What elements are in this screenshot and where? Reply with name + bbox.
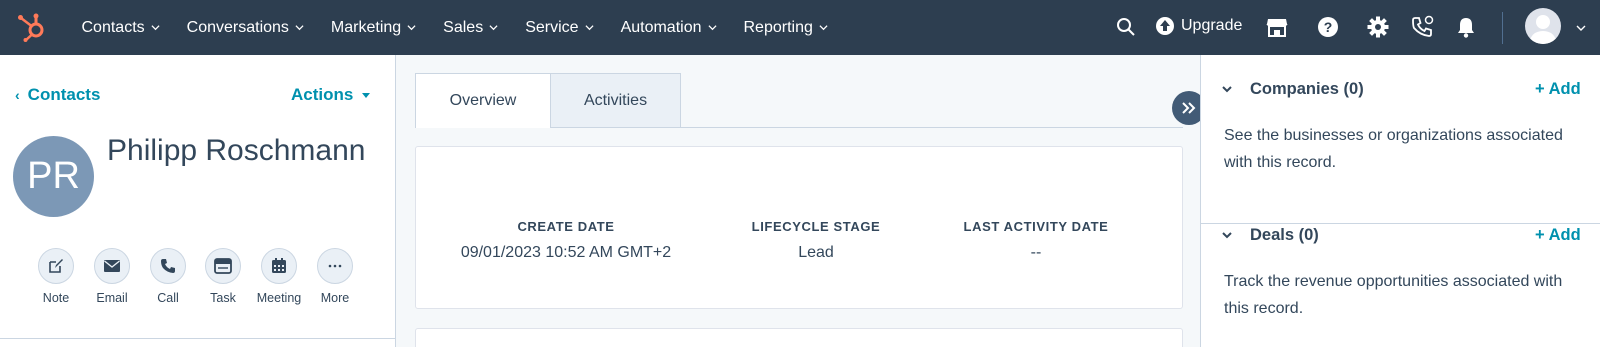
actions-dropdown[interactable]: Actions <box>291 85 371 105</box>
hubspot-logo-icon[interactable] <box>16 11 48 43</box>
nav-reporting[interactable]: Reporting <box>730 0 841 55</box>
stat-last-activity-date: LAST ACTIVITY DATE -- <box>926 219 1146 262</box>
edit-icon <box>38 248 74 284</box>
nav-automation-label: Automation <box>620 18 702 36</box>
calendar-icon <box>261 248 297 284</box>
companies-title[interactable]: Companies (0) <box>1250 80 1364 99</box>
chevron-down-icon[interactable] <box>1576 23 1586 33</box>
email-label: Email <box>96 291 128 305</box>
nav-conversations[interactable]: Conversations <box>173 0 317 55</box>
notifications-bell-icon[interactable] <box>1454 15 1478 39</box>
stat-lifecycle-stage: LIFECYCLE STAGE Lead <box>716 219 916 262</box>
nav-divider <box>1502 12 1503 44</box>
settings-gear-icon[interactable] <box>1366 15 1390 39</box>
stat-value[interactable]: -- <box>926 244 1146 262</box>
nav-reporting-label: Reporting <box>743 18 813 36</box>
upgrade-arrow-icon <box>1156 17 1174 35</box>
nav-service[interactable]: Service <box>512 0 607 55</box>
actions-label: Actions <box>291 85 354 104</box>
companies-description: See the businesses or organizations asso… <box>1224 127 1563 171</box>
note-label: Note <box>42 291 70 305</box>
stat-label: CREATE DATE <box>517 219 615 234</box>
top-navigation-bar: Contacts Conversations Marketing Sales S… <box>0 0 1600 55</box>
back-to-contacts-link[interactable]: ‹ Contacts <box>15 85 100 105</box>
tab-activities[interactable]: Activities <box>551 73 681 128</box>
more-icon <box>317 248 353 284</box>
search-icon[interactable] <box>1114 15 1138 39</box>
nav-sales[interactable]: Sales <box>430 0 512 55</box>
section-header: Companies (0) + Add <box>1201 76 1600 106</box>
svg-text:?: ? <box>1324 19 1333 35</box>
marketplace-icon[interactable] <box>1265 15 1289 39</box>
back-link-label: Contacts <box>27 85 101 104</box>
upgrade-label: Upgrade <box>1181 17 1243 34</box>
nav-marketing-label: Marketing <box>330 18 402 36</box>
nav-marketing[interactable]: Marketing <box>317 0 429 55</box>
tabs-divider <box>681 127 1183 128</box>
chevron-down-icon <box>151 25 160 31</box>
add-company-button[interactable]: + Add <box>1535 80 1581 99</box>
nav-conversations-label: Conversations <box>186 18 289 36</box>
nav-service-label: Service <box>525 18 579 36</box>
tab-activities-label: Activities <box>583 91 648 109</box>
chevron-down-icon[interactable] <box>1221 84 1233 94</box>
stat-value[interactable]: Lead <box>716 244 916 262</box>
help-icon[interactable]: ? <box>1316 15 1340 39</box>
section-header: Deals (0) + Add <box>1201 222 1600 252</box>
chevron-down-icon <box>819 25 828 31</box>
tab-overview-label: Overview <box>449 92 517 109</box>
caret-down-icon <box>362 92 371 98</box>
chevron-down-icon <box>407 25 416 31</box>
stat-create-date: CREATE DATE 09/01/2023 10:52 AM GMT+2 <box>416 219 716 262</box>
contact-name[interactable]: Philipp Roschmann <box>107 134 365 168</box>
stat-label: LAST ACTIVITY DATE <box>963 219 1109 234</box>
right-sidebar: Companies (0) + Add See the businesses o… <box>1200 55 1600 347</box>
email-icon <box>94 248 130 284</box>
chevron-down-icon[interactable] <box>1221 230 1233 240</box>
divider <box>0 338 396 339</box>
calling-icon[interactable] <box>1410 15 1434 39</box>
add-deal-button[interactable]: + Add <box>1535 226 1581 245</box>
left-sidebar: ‹ Contacts Actions PR Philipp Roschmann … <box>0 55 396 347</box>
deals-title[interactable]: Deals (0) <box>1250 226 1319 245</box>
contact-avatar[interactable]: PR <box>13 136 94 217</box>
tab-overview[interactable]: Overview <box>415 73 551 128</box>
double-chevron-right-icon <box>1182 102 1196 114</box>
deals-description: Track the revenue opportunities associat… <box>1224 273 1563 317</box>
chevron-left-icon: ‹ <box>15 87 20 103</box>
more-button[interactable]: More <box>295 248 375 305</box>
task-icon <box>205 248 241 284</box>
chevron-down-icon <box>707 25 717 31</box>
record-tabs: Overview Activities <box>415 73 681 128</box>
upgrade-button[interactable]: Upgrade <box>1155 16 1242 36</box>
phone-icon <box>150 248 186 284</box>
chevron-down-icon <box>489 25 498 31</box>
nav-contacts-label: Contacts <box>81 18 145 36</box>
more-label: More <box>320 291 350 305</box>
main-menu: Contacts Conversations Marketing Sales S… <box>68 0 841 55</box>
summary-card: CREATE DATE 09/01/2023 10:52 AM GMT+2 LI… <box>415 146 1183 309</box>
user-avatar[interactable] <box>1525 8 1561 44</box>
next-card <box>415 328 1183 347</box>
nav-sales-label: Sales <box>443 18 484 36</box>
chevron-down-icon <box>585 25 594 31</box>
call-label: Call <box>157 291 179 305</box>
stat-label: LIFECYCLE STAGE <box>751 219 881 234</box>
stat-value[interactable]: 09/01/2023 10:52 AM GMT+2 <box>416 244 716 262</box>
task-label: Task <box>210 291 236 305</box>
nav-automation[interactable]: Automation <box>607 0 730 55</box>
chevron-down-icon <box>295 25 304 31</box>
nav-contacts[interactable]: Contacts <box>68 0 173 55</box>
